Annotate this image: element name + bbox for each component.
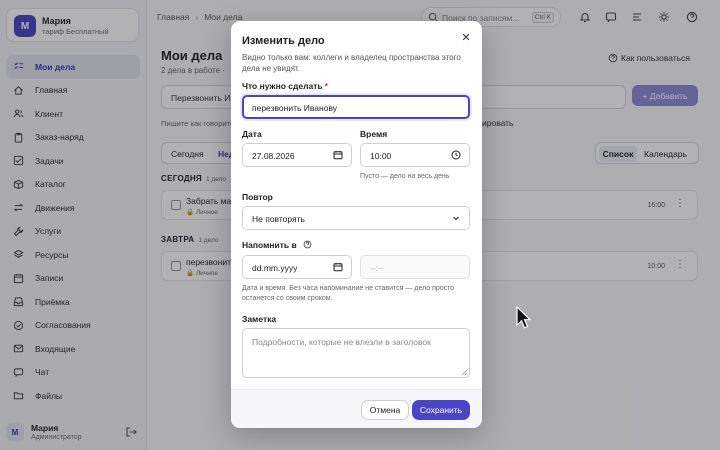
note-placeholder: Подробности, которые не влезли в заголов… (252, 337, 431, 347)
repeat-label: Повтор (242, 192, 273, 202)
mouse-cursor-icon (516, 306, 532, 329)
dialog-description: Видно только вам: коллеги и владелец про… (242, 53, 461, 73)
remind-label: Напомнить в (242, 240, 312, 250)
clock-icon[interactable] (451, 150, 461, 160)
dialog-footer: Отмена Сохранить (231, 389, 482, 428)
dialog-title: Изменить дело (242, 35, 325, 47)
time-help: Пусто — дело на весь день (360, 173, 450, 180)
info-icon[interactable] (303, 240, 312, 249)
save-button[interactable]: Сохранить (412, 400, 470, 420)
required-mark: * (324, 81, 328, 91)
chevron-down-icon (453, 216, 459, 221)
remind-help: Дата и время. Без часа напоминание не ст… (242, 285, 455, 302)
task-title-input[interactable]: перезвонить Иванову (242, 95, 470, 119)
date-label: Дата (242, 129, 262, 139)
time-input[interactable]: 10:00 (360, 143, 470, 167)
calendar-icon[interactable] (333, 262, 343, 272)
time-label: Время (360, 129, 388, 139)
note-textarea[interactable]: Подробности, которые не влезли в заголов… (242, 328, 470, 378)
date-input[interactable]: 27.08.2026 (242, 143, 352, 167)
close-icon[interactable]: ✕ (460, 32, 472, 44)
calendar-icon[interactable] (333, 150, 343, 160)
cancel-button[interactable]: Отмена (361, 400, 409, 420)
what-label: Что нужно сделать * (242, 81, 328, 91)
note-label: Заметка (242, 314, 277, 324)
resize-handle-icon[interactable] (461, 369, 467, 375)
remind-date-input[interactable]: dd.mm.yyyy (242, 255, 352, 279)
repeat-select[interactable]: Не повторять (242, 206, 470, 230)
remind-time-input[interactable]: --:-- (360, 255, 470, 279)
edit-task-dialog: Изменить дело ✕ Видно только вам: коллег… (231, 21, 482, 428)
